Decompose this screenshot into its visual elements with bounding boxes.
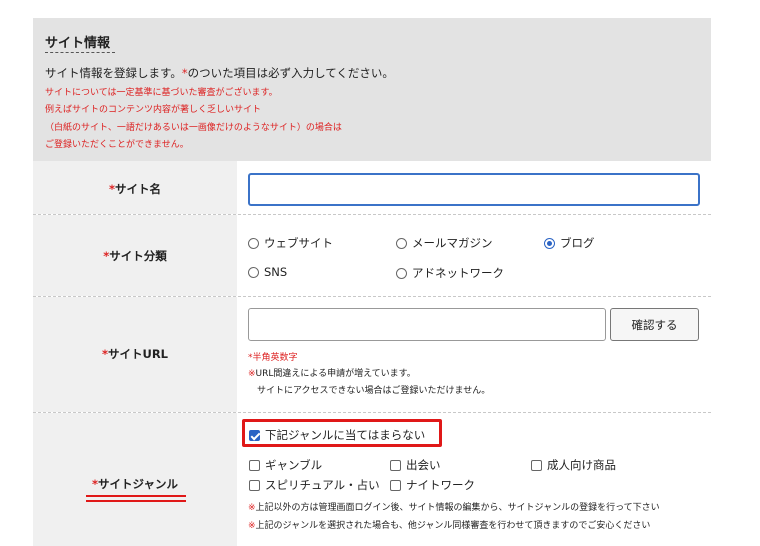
checkbox-checked-icon bbox=[249, 429, 260, 441]
section-title: サイト情報 bbox=[45, 36, 111, 51]
intro-text: サイト情報を登録します。*のついた項目は必ず入力してください。 bbox=[45, 66, 394, 80]
radio-circle-icon bbox=[248, 237, 259, 249]
review-warning-4: ご登録いただくことができません。 bbox=[45, 140, 189, 150]
site-name-row: *サイト名 bbox=[33, 161, 711, 214]
checkbox-icon bbox=[390, 459, 401, 471]
genre-annotation-underline bbox=[86, 495, 186, 497]
checkbox-dating[interactable]: 出会い bbox=[390, 457, 441, 473]
site-name-label: *サイト名 bbox=[108, 182, 161, 196]
radio-circle-icon bbox=[396, 237, 407, 249]
review-warning-1: サイトについては一定基準に基づいた審査がございます。 bbox=[45, 88, 278, 98]
site-name-input[interactable] bbox=[248, 173, 700, 206]
radio-website[interactable]: ウェブサイト bbox=[248, 235, 333, 251]
site-genre-label: *サイトジャンル bbox=[92, 477, 178, 491]
site-info-header: サイト情報 サイト情報を登録します。*のついた項目は必ず入力してください。 サイ… bbox=[33, 18, 711, 161]
review-warning-3: （白紙のサイト、一語だけあるいは一画像だけのようなサイト）の場合は bbox=[45, 123, 342, 133]
genre-note-1: ※上記以外の方は管理画面ログイン後、サイト情報の編集から、サイトジャンルの登録を… bbox=[248, 503, 660, 513]
site-url-input[interactable] bbox=[248, 308, 606, 341]
checkbox-icon bbox=[249, 479, 260, 491]
site-category-row: *サイト分類 ウェブサイト メールマガジン ブログ SNS アドネットワーク bbox=[33, 215, 711, 296]
checkbox-gambling[interactable]: ギャンブル bbox=[249, 457, 322, 473]
radio-circle-icon bbox=[248, 266, 259, 278]
site-genre-row: *サイトジャンル 下記ジャンルに当てはまらない ギャンブル 出会い 成人向け商品… bbox=[33, 413, 711, 546]
checkbox-night-work[interactable]: ナイトワーク bbox=[390, 477, 475, 493]
radio-sns[interactable]: SNS bbox=[248, 265, 287, 279]
site-category-label: *サイト分類 bbox=[103, 249, 167, 263]
url-note-2: サイトにアクセスできない場合はご登録いただけません。 bbox=[257, 386, 491, 396]
radio-circle-icon bbox=[396, 267, 407, 279]
title-divider bbox=[45, 52, 115, 53]
checkbox-icon bbox=[249, 459, 260, 471]
site-url-row: *サイトURL 確認する *半角英数字 ※URL間違えによる申請が増えています。… bbox=[33, 297, 711, 412]
checkbox-icon bbox=[531, 459, 542, 471]
checkbox-icon bbox=[390, 479, 401, 491]
url-note-1: ※URL間違えによる申請が増えています。 bbox=[248, 369, 416, 379]
review-warning-2: 例えばサイトのコンテンツ内容が著しく乏しいサイト bbox=[45, 105, 262, 115]
site-info-form: サイト情報 サイト情報を登録します。*のついた項目は必ず入力してください。 サイ… bbox=[33, 18, 711, 546]
checkbox-adult-products[interactable]: 成人向け商品 bbox=[531, 457, 616, 473]
checkbox-not-applicable[interactable]: 下記ジャンルに当てはまらない bbox=[249, 427, 425, 443]
radio-blog[interactable]: ブログ bbox=[544, 235, 595, 251]
url-format-hint: *半角英数字 bbox=[248, 353, 298, 363]
radio-ad-network[interactable]: アドネットワーク bbox=[396, 265, 504, 281]
confirm-url-button[interactable]: 確認する bbox=[610, 308, 699, 341]
genre-annotation-underline bbox=[86, 500, 186, 502]
radio-selected-icon bbox=[544, 237, 555, 249]
radio-mail-magazine[interactable]: メールマガジン bbox=[396, 235, 493, 251]
genre-note-2: ※上記のジャンルを選択された場合も、他ジャンル同様審査を行わせて頂きますのでご安… bbox=[248, 521, 651, 531]
checkbox-spiritual[interactable]: スピリチュアル・占い bbox=[249, 477, 380, 493]
site-url-label: *サイトURL bbox=[101, 347, 169, 361]
